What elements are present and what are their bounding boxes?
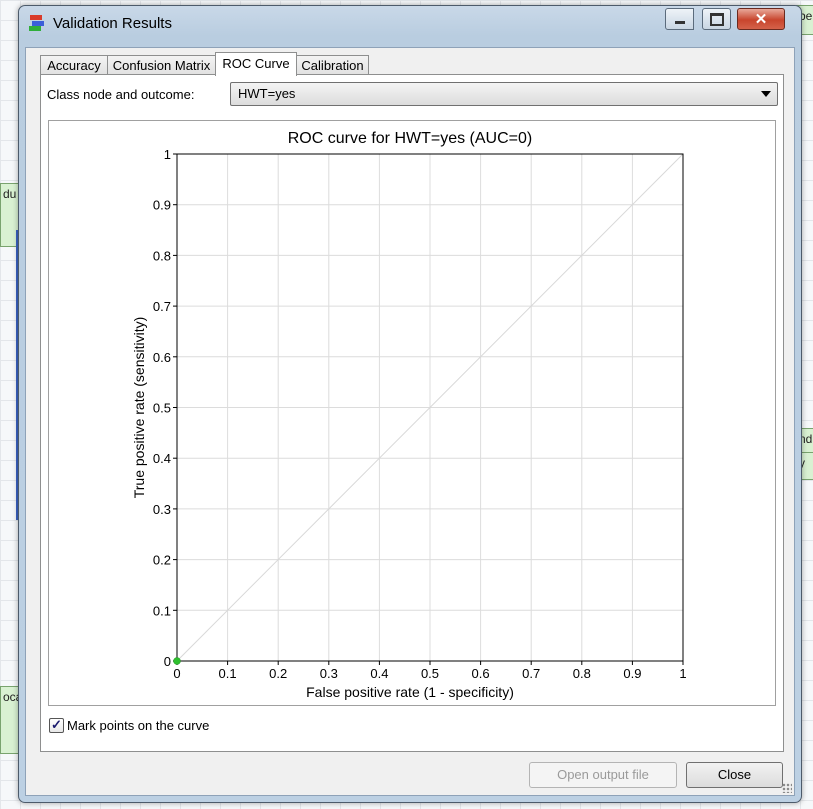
roc-chart: 0 0.1 0.2 0.3 0.4 0.5 0.6 0.7 0.8 0.9 1 0 0.1 0.2 0.3 0… [48,120,776,706]
y-tick-label: 0.7 [153,299,171,314]
class-node-label: Class node and outcome: [47,87,195,102]
y-tick-label: 1 [164,147,171,162]
x-tick-label: 0.5 [421,666,439,681]
dropdown-value: HWT=yes [238,86,296,101]
title-bar[interactable]: Validation Results ✕ [19,6,801,42]
app-icon [29,15,44,31]
roc-curve-panel: Class node and outcome: HWT=yes 0 0.1 0.2 0… [40,74,784,752]
minimize-icon [666,9,693,29]
x-tick-label: 0 [173,666,180,681]
y-tick-label: 0.2 [153,553,171,568]
close-icon: ✕ [754,11,768,28]
tab-accuracy[interactable]: Accuracy [40,55,108,75]
x-tick-label: 0.6 [472,666,490,681]
y-tick-label: 0.8 [153,248,171,263]
y-tick-label: 0.3 [153,502,171,517]
maximize-button[interactable] [702,8,731,30]
x-tick-label: 0.9 [623,666,641,681]
roc-chart-svg: 0 0.1 0.2 0.3 0.4 0.5 0.6 0.7 0.8 0.9 1 0 0.1 0.2 0.3 0… [131,130,687,700]
roc-point [173,657,181,665]
tab-roc-curve[interactable]: ROC Curve [215,52,297,76]
dialog-client-area: Accuracy Confusion Matrix ROC Curve Cali… [25,47,795,796]
maximize-icon [703,9,730,29]
y-axis-label: True positive rate (sensitivity) [131,317,147,499]
chart-title: ROC curve for HWT=yes (AUC=0) [288,130,532,147]
tab-confusion-matrix[interactable]: Confusion Matrix [107,55,216,75]
chevron-down-icon [761,91,771,97]
x-tick-label: 0.1 [219,666,237,681]
y-tick-label: 0.5 [153,401,171,416]
y-tick-label: 0.4 [153,451,171,466]
minimize-button[interactable] [665,8,694,30]
x-tick-label: 0.7 [522,666,540,681]
validation-results-window: Validation Results ✕ Accuracy Confusion … [18,5,802,803]
checkmark-icon: ✓ [51,717,62,732]
x-tick-label: 0.3 [320,666,338,681]
window-close-button[interactable]: ✕ [737,8,785,30]
x-tick-label: 0.2 [269,666,287,681]
open-output-file-button[interactable]: Open output file [529,762,677,788]
resize-grip-icon[interactable] [782,783,792,793]
y-tick-label: 0.6 [153,350,171,365]
y-tick-label: 0.9 [153,198,171,213]
x-tick-label: 0.8 [573,666,591,681]
y-tick-label: 0 [164,654,171,669]
class-outcome-dropdown[interactable]: HWT=yes [230,82,778,106]
tab-calibration[interactable]: Calibration [296,55,369,75]
y-tick-label: 0.1 [153,603,171,618]
close-button[interactable]: Close [686,762,783,788]
mark-points-label: Mark points on the curve [67,718,210,733]
window-title: Validation Results [53,15,172,32]
mark-points-checkbox[interactable]: ✓ [49,717,64,733]
x-tick-label: 0.4 [370,666,388,681]
x-axis-label: False positive rate (1 - specificity) [306,684,514,700]
x-tick-label: 1 [679,666,686,681]
